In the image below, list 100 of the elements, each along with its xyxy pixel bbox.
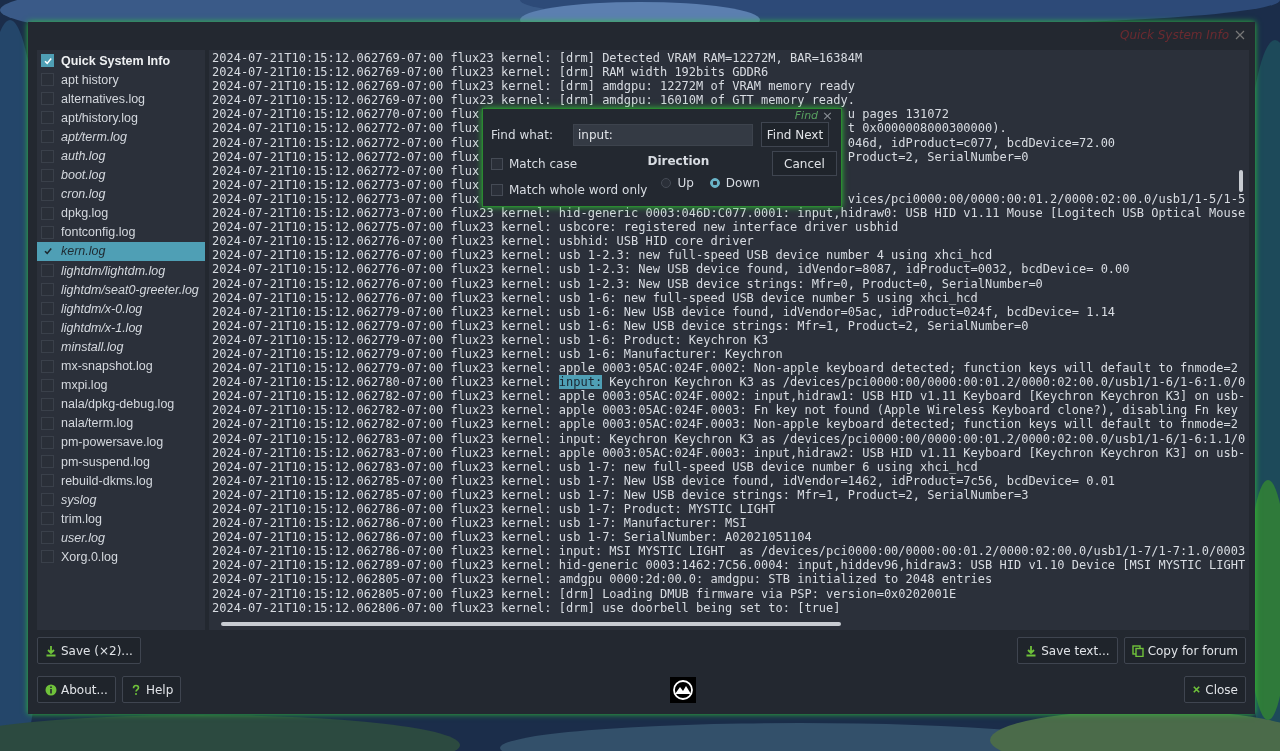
log-line: 2024-07-21T10:15:12.062769-07:00 flux23 kernel: [drm] amdgpu: 12272M of VRAM memory ready [212, 79, 856, 94]
log-line: 2024-07-21T10:15:12.062786-07:00 flux23 kernel: usb 1-7: Manufacturer: MSI [212, 516, 748, 531]
about-button[interactable]: About... [37, 676, 116, 703]
log-name: user.log [61, 530, 105, 545]
close-button[interactable]: × [822, 109, 833, 122]
log-list-item[interactable]: rebuild-dkms.log [37, 471, 205, 491]
log-name: Xorg.0.log [61, 550, 118, 564]
radio-label: Down [725, 176, 760, 190]
find-label: Find what: [491, 127, 554, 142]
log-list-item[interactable]: apt history [37, 70, 205, 90]
close-button[interactable]: Close [1184, 676, 1246, 703]
log-list-item[interactable]: Xorg.0.log [37, 547, 205, 567]
log-line: 2024-07-21T10:15:12.062779-07:00 flux23 kernel: usb 1-6: New USB device found, idVendor=05ac, idProduct=024f, bcdDevice= 1.14 [212, 304, 1117, 319]
log-list-item[interactable]: pm-suspend.log [37, 451, 205, 472]
option-label: Match case [509, 157, 577, 171]
log-line: 2024-07-21T10:15:12.062773-07:00 flux23 kernel: hid-generic 0003:046D:C077.0001: input,hidraw0: USB HID v1.11 Mouse [Logitech USB Optical Mouse [212, 206, 1247, 221]
log-list-item[interactable]: alternatives.log [37, 89, 205, 109]
log-name: kern.log [61, 244, 106, 259]
log-name: lightdm/x-0.log [61, 301, 143, 316]
log-line: 2024-07-21T10:15:12.062785-07:00 flux23 kernel: usb 1-7: New USB device strings: Mfr=1, Product=2, SerialNumber=3 [212, 487, 1030, 502]
log-line: 2024-07-21T10:15:12.062776-07:00 flux23 kernel: usb 1-6: new full-speed USB device number 5 using xhci_hcd [212, 290, 979, 305]
log-line: 2024-07-21T10:15:12.062805-07:00 flux23 kernel: [drm] Loading DMUB firmware via PSP: version=0x0202001E [212, 586, 958, 601]
log-line: 2024-07-21T10:15:12.062769-07:00 flux23 kernel: [drm] amdgpu: 16010M of GTT memory ready. [212, 93, 856, 108]
log-name: rebuild-dkms.log [61, 473, 153, 488]
log-line: 2024-07-21T10:15:12.062806-07:00 flux23 kernel: [drm] use doorbell being set to: [true] [212, 600, 842, 615]
log-line: 2024-07-21T10:15:12.062776-07:00 flux23 kernel: usb 1-2.3: New USB device found, idVendor=8087, idProduct=0032, bcdDevice= 0.00 [212, 262, 1131, 277]
log-name: fontconfig.log [61, 225, 136, 240]
log-line: 2024-07-21T10:15:12.062780-07:00 flux23 kernel: [212, 375, 552, 390]
log-line: 2024-07-21T10:15:12.062772-07:00 flux [212, 135, 480, 150]
log-name: boot.log [61, 168, 106, 183]
log-name: lightdm/x-1.log [61, 320, 143, 335]
log-name: cron.log [61, 187, 106, 202]
log-list-item[interactable]: pm-powersave.log [37, 432, 205, 452]
checkbox[interactable] [41, 54, 54, 68]
cancel-button[interactable]: Cancel [771, 151, 837, 176]
log-list-item[interactable]: apt/term.log [37, 127, 205, 147]
log-list-item[interactable]: apt/history.log [37, 108, 205, 128]
direction-label: Direction [647, 154, 711, 168]
log-line: Product=2, SerialNumber=0 [847, 149, 1029, 164]
log-list-item[interactable]: boot.log [37, 165, 205, 185]
log-list-item[interactable]: trim.log [37, 509, 205, 529]
log-list-item[interactable]: fontconfig.log [37, 222, 205, 242]
log-name: mx-snapshot.log [61, 359, 153, 374]
checkbox[interactable] [491, 184, 503, 196]
log-list-item[interactable]: Quick System Info [37, 51, 205, 71]
log-line: 2024-07-21T10:15:12.062782-07:00 flux23 kernel: apple 0003:05AC:024F.0003: Fn key not found (Apple Wireless Keyboard clone?), disabling Fn key [212, 403, 1239, 418]
help-button[interactable]: Help [121, 676, 182, 703]
mountain-logo-icon [669, 676, 696, 703]
search-match: input: [558, 375, 603, 390]
checkbox[interactable] [491, 158, 503, 170]
log-line: 2024-07-21T10:15:12.062805-07:00 flux23 kernel: amdgpu 0000:2d:00.0: amdgpu: STB initialized to 2048 entries [212, 572, 994, 587]
log-line: u pages 131072 [847, 107, 949, 122]
log-name: syslog [61, 492, 97, 507]
log-line: 2024-07-21T10:15:12.062776-07:00 flux23 kernel: usbhid: USB HID core driver [212, 234, 755, 249]
log-name: pm-suspend.log [61, 454, 150, 469]
scrollbar-thumb[interactable] [1239, 170, 1243, 192]
log-list-item[interactable]: lightdm/seat0-greeter.log [37, 280, 205, 300]
save-text-button[interactable]: Save text... [1017, 637, 1118, 664]
log-name: apt/history.log [61, 110, 138, 125]
log-line: vices/pci0000:00/0000:00:01.2/0000:02:00.0/usb1/1-5/1-5 [847, 191, 1246, 207]
radio-button[interactable] [661, 178, 672, 188]
log-list-item[interactable]: nala/dpkg-debug.log [37, 394, 205, 414]
log-list-item[interactable]: nala/term.log [37, 413, 205, 433]
log-name: Quick System Info [61, 53, 171, 68]
log-line: 2024-07-21T10:15:12.062776-07:00 flux23 kernel: usb 1-2.3: New USB device strings: Mfr=0, Product=0, SerialNumber=0 [212, 276, 1044, 291]
log-list-item[interactable]: syslog [37, 490, 205, 510]
log-line: 2024-07-21T10:15:12.062772-07:00 flux [212, 121, 480, 136]
log-line: Keychron Keychron K3 as /devices/pci0000:00/0000:00:01.2/0000:02:00.0/usb1/1-6/1-6:1.0/0 [609, 375, 1246, 390]
log-line: 2024-07-21T10:15:12.062779-07:00 flux23 kernel: apple 0003:05AC:024F.0002: Non-apple keyboard detected; function keys will default to fnmode=2 [212, 361, 1239, 376]
find-next-button[interactable]: Find Next [761, 122, 829, 147]
save-button[interactable]: Save (×2)... [37, 637, 141, 664]
option-label: Match whole word only [509, 183, 648, 197]
log-list-item[interactable]: user.log [37, 528, 205, 548]
log-list-item[interactable]: dpkg.log [37, 203, 205, 223]
log-list-item[interactable]: lightdm/lightdm.log [37, 261, 205, 281]
log-list-item[interactable]: mxpi.log [37, 375, 205, 395]
log-list-item[interactable]: auth.log [37, 146, 205, 166]
close-icon[interactable] [1235, 30, 1245, 40]
log-line: 046d, idProduct=c077, bcdDevice=72.00 [847, 135, 1116, 150]
log-list-item[interactable]: minstall.log [37, 337, 205, 357]
log-name: apt/term.log [61, 129, 127, 144]
radio-button[interactable] [709, 178, 720, 188]
log-line: 2024-07-21T10:15:12.062779-07:00 flux23 kernel: usb 1-6: Product: Keychron K3 [212, 332, 769, 347]
log-list-item[interactable]: mx-snapshot.log [37, 356, 205, 376]
log-list-item[interactable]: lightdm/x-1.log [37, 318, 205, 338]
log-line: 2024-07-21T10:15:12.062785-07:00 flux23 kernel: usb 1-7: New USB device found, idVendor=1462, idProduct=7c56, bcdDevice= 0.01 [212, 473, 1117, 488]
log-list-item[interactable]: lightdm/x-0.log [37, 299, 205, 319]
close-icon [1192, 685, 1202, 694]
log-list-item[interactable]: cron.log [37, 184, 205, 204]
find-field[interactable]: input: [573, 123, 753, 146]
log-line: 2024-07-21T10:15:12.062776-07:00 flux23 kernel: usb 1-2.3: new full-speed USB device number 4 using xhci_hcd [212, 248, 993, 263]
log-line: 2024-07-21T10:15:12.062770-07:00 flux [212, 107, 480, 122]
log-name: alternatives.log [61, 91, 146, 106]
log-name: trim.log [61, 511, 102, 526]
log-line: 2024-07-21T10:15:12.062782-07:00 flux23 kernel: apple 0003:05AC:024F.0002: input,hidraw1: USB HID v1.11 Keyboard [Keychron Keychron K3] on usb- [212, 389, 1247, 404]
log-list-item[interactable]: kern.log [37, 241, 205, 262]
copy-icon [1131, 644, 1144, 657]
copy-button[interactable]: Copy for forum [1123, 637, 1246, 664]
log-line: 2024-07-21T10:15:12.062773-07:00 flux [212, 191, 480, 207]
scrollbar-thumb[interactable] [221, 622, 841, 626]
